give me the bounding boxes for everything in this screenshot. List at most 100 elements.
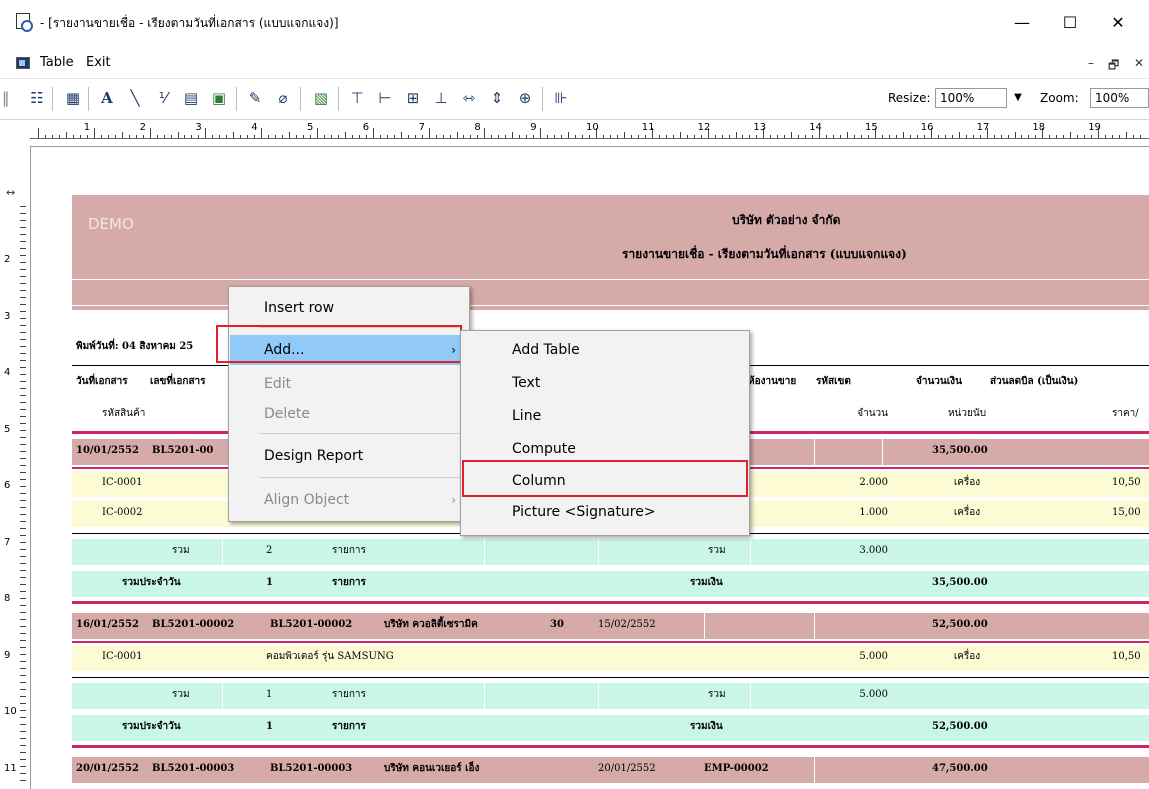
- table-icon[interactable]: ▦: [62, 87, 84, 109]
- ruler-tick: [1021, 135, 1023, 138]
- chevron-down-icon[interactable]: ▼: [1010, 88, 1026, 108]
- ruler-tick: [296, 135, 298, 138]
- ruler-tick: [20, 367, 26, 368]
- picture-icon[interactable]: ▣: [208, 87, 230, 109]
- ruler-tick: [442, 135, 444, 138]
- ruler-tick: [421, 135, 423, 138]
- ruler-number: 9: [4, 649, 11, 661]
- resize-select[interactable]: 100%: [935, 88, 1007, 108]
- column-icon[interactable]: ☷: [26, 87, 48, 109]
- eraser-icon[interactable]: ⌀: [272, 87, 294, 109]
- print-date: พิมพ์วันที่: 04 สิงหาคม 25: [76, 341, 194, 352]
- ruler-tick: [20, 346, 26, 347]
- ruler-tick: [895, 135, 897, 138]
- ruler-tick: [177, 132, 179, 138]
- ruler-tick: [20, 486, 26, 487]
- daily-total-row[interactable]: รวมประจำวัน 1 รายการ รวมเงิน 35,500.00: [72, 571, 1149, 597]
- daily-total-row[interactable]: รวมประจำวัน 1 รายการ รวมเงิน 52,500.00: [72, 715, 1149, 741]
- ruler-tick: [449, 135, 451, 138]
- subtotal-row[interactable]: รวม 2 รายการ รวม 3.000: [72, 539, 1149, 565]
- ruler-number: 11: [641, 122, 655, 133]
- zoom-input[interactable]: 100%: [1090, 88, 1149, 108]
- ruler-tick: [721, 135, 723, 138]
- ruler-tick: [1126, 132, 1128, 138]
- align-top-icon[interactable]: ⊤: [346, 87, 368, 109]
- menu-item-add-table[interactable]: Add Table: [462, 335, 748, 365]
- close-button[interactable]: ✕: [1098, 8, 1138, 38]
- format-icon[interactable]: ✎: [244, 87, 266, 109]
- ruler-tick: [958, 132, 960, 138]
- ruler-tick: [20, 360, 26, 361]
- menu-separator: [259, 477, 463, 478]
- menu-item-text[interactable]: Text: [462, 368, 748, 398]
- align-left-icon[interactable]: ⊢: [374, 87, 396, 109]
- menu-item-edit[interactable]: Edit: [230, 369, 468, 399]
- mdi-close-button[interactable]: ✕: [1134, 56, 1144, 70]
- ruler-tick: [881, 135, 883, 138]
- qty: 2.000: [859, 477, 888, 488]
- menu-item-insert-row[interactable]: Insert row: [230, 293, 468, 323]
- ruler-number: 18: [1032, 122, 1046, 133]
- menu-item-picture-signature[interactable]: Picture <Signature>: [462, 497, 748, 527]
- cell-divider: [814, 613, 815, 639]
- ruler-tick: [728, 135, 730, 138]
- ruler-tick: [784, 135, 786, 138]
- line-icon[interactable]: ╲: [124, 87, 146, 109]
- ruler-tick: [20, 591, 26, 592]
- mdi-minimize-button[interactable]: –: [1088, 56, 1094, 70]
- add-submenu: Add Table Text Line Compute Column Pictu…: [460, 330, 750, 536]
- minimize-button[interactable]: —: [1002, 8, 1042, 38]
- ruler-number: 5: [307, 122, 314, 133]
- menu-item-design-report[interactable]: Design Report: [230, 441, 468, 471]
- compute-icon[interactable]: ⅟: [152, 87, 174, 109]
- height-icon[interactable]: ⇕: [486, 87, 508, 109]
- ruler-tick: [20, 332, 26, 333]
- align-mid-icon[interactable]: ⊞: [402, 87, 424, 109]
- text-icon[interactable]: A: [96, 87, 118, 109]
- report-icon[interactable]: ▧: [310, 87, 332, 109]
- ruler-tick: [323, 135, 325, 138]
- ruler-tick: [170, 135, 172, 138]
- ruler-tick: [1084, 135, 1086, 138]
- ruler-tick: [156, 135, 158, 138]
- ruler-tick: [833, 135, 835, 138]
- ruler-tick: [972, 135, 974, 138]
- subtotal-row[interactable]: รวม 1 รายการ รวม 5.000: [72, 683, 1149, 709]
- align-bottom-icon[interactable]: ⊥: [430, 87, 452, 109]
- table-row[interactable]: IC-0001 คอมพิวเตอร์ รุ่น SAMSUNG 5.000 เ…: [72, 645, 1149, 671]
- menu-item-delete[interactable]: Delete: [230, 399, 468, 429]
- resize-handle-icon[interactable]: ↔: [6, 186, 15, 199]
- menu-item-align-object[interactable]: Align Object ›: [230, 485, 468, 515]
- mdi-restore-button[interactable]: 🗗: [1108, 56, 1119, 77]
- menu-exit[interactable]: Exit: [86, 55, 111, 70]
- menu-table[interactable]: Table: [40, 55, 74, 70]
- product-code: IC-0002: [102, 507, 143, 518]
- vertical-ruler: ↔ 2 3 4 5 6 7 8 9 10 11: [0, 146, 31, 789]
- size-icon[interactable]: ⊕: [514, 87, 536, 109]
- table-row[interactable]: 16/01/2552 BL5201-00002 BL5201-00002 บริ…: [72, 613, 1149, 639]
- ruler-tick: [20, 220, 26, 221]
- maximize-button[interactable]: ☐: [1050, 8, 1090, 38]
- zoom-label: Zoom:: [1040, 91, 1079, 105]
- unit: เครื่อง: [953, 477, 981, 488]
- ruler-tick: [20, 535, 26, 536]
- col-qty: จำนวน: [857, 408, 888, 419]
- stamp-icon[interactable]: ▤: [180, 87, 202, 109]
- width-icon[interactable]: ⇿: [458, 87, 480, 109]
- separator-line: [72, 641, 1149, 643]
- menu-item-line[interactable]: Line: [462, 401, 748, 431]
- ruler-tick: [72, 135, 74, 138]
- ruler-tick: [20, 206, 26, 207]
- group-icon[interactable]: ⊪: [550, 87, 572, 109]
- context-menu: Insert row Add... › Edit Delete Design R…: [228, 286, 470, 522]
- col-unit: หน่วยนับ: [947, 408, 987, 419]
- ruler-tick: [20, 465, 26, 466]
- ruler-tick: [254, 135, 256, 138]
- cell-divider: [598, 539, 599, 565]
- ruler-tick: [1000, 135, 1002, 138]
- ruler-tick: [1049, 135, 1051, 138]
- ruler-tick: [20, 514, 26, 515]
- ruler-tick: [1091, 135, 1093, 138]
- table-row[interactable]: 20/01/2552 BL5201-00003 BL5201-00003 บริ…: [72, 757, 1149, 783]
- employee-code: EMP-00002: [704, 763, 769, 774]
